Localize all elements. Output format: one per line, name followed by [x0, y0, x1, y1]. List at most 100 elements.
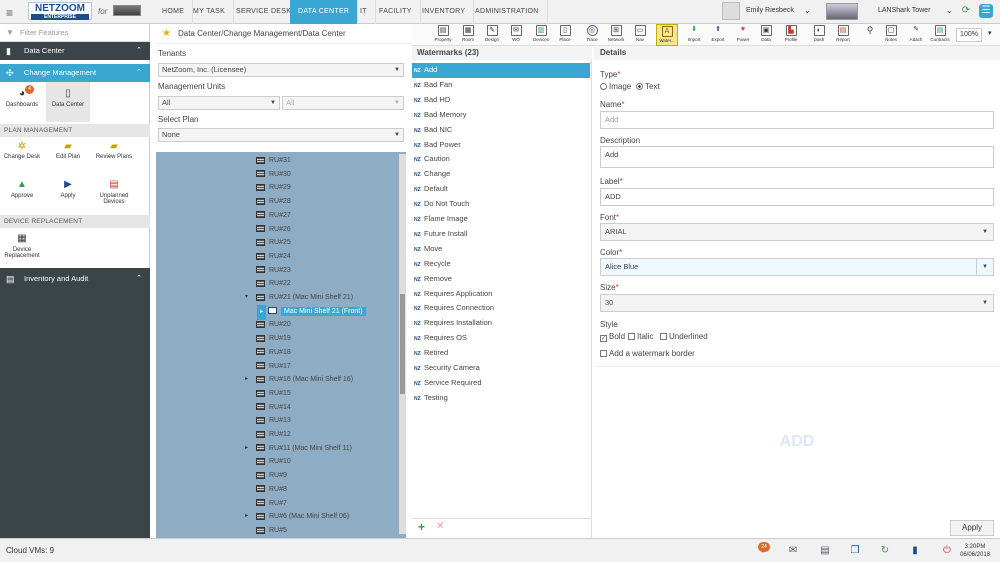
tree-node[interactable]: RU#26 [256, 223, 291, 237]
toolbar-power-button[interactable]: ♥ Power [734, 24, 752, 46]
watermark-list-item[interactable]: NZ Bad NIC [412, 123, 590, 138]
unplanned-devices-tile[interactable]: ▤ Unplanned Devices [94, 179, 134, 213]
building-name[interactable]: LANShark Tower [878, 7, 930, 14]
expand-icon[interactable]: ▸ [245, 510, 248, 524]
dashboards-tile[interactable]: ◕ 4 Dashboards [0, 82, 44, 122]
watermark-list-item[interactable]: NZ Move [412, 242, 590, 257]
italic-checkbox[interactable]: Italic [628, 332, 653, 341]
toolbar-room-button[interactable]: ▦ Room [458, 24, 478, 46]
nav-data-center[interactable]: DATA CENTER [290, 0, 359, 24]
data-center-tile[interactable]: ▯ Data Center [46, 82, 90, 122]
management-unit-select[interactable]: All ▼ [158, 96, 280, 110]
netzoom-logo[interactable]: NETZOOM ENTERPRISE [28, 2, 92, 20]
mouse-icon[interactable]: ▮ [908, 544, 922, 558]
tree-node[interactable]: RU#22 [256, 277, 291, 291]
tree-node[interactable]: RU#7 [256, 497, 287, 511]
watermark-border-checkbox[interactable]: Add a watermark border [600, 349, 695, 358]
toolbar-attach-button[interactable]: ✎ Attach [906, 24, 926, 46]
toolbar-place-button[interactable]: ▯ Place [556, 24, 574, 46]
expand-icon[interactable]: ▸ [245, 442, 248, 456]
watermark-list-item[interactable]: NZ Default [412, 182, 590, 197]
calendar-icon[interactable]: ▤ [818, 544, 832, 558]
toolbar-report-button[interactable]: ▤ Report [832, 24, 854, 46]
user-name[interactable]: Emily Riesbeck [746, 7, 794, 14]
tree-node[interactable]: RU#25 [256, 236, 291, 250]
toolbar-data-button[interactable]: ▣ Data [758, 24, 774, 46]
watermark-list-item[interactable]: NZ Bad Fan [412, 78, 590, 93]
nav-my-task[interactable]: MY TASK [185, 0, 235, 24]
tree-node[interactable]: RU#13 [256, 414, 291, 428]
toolbar-contracts-button[interactable]: ▤ Contracts [928, 24, 952, 46]
watermark-list-item[interactable]: NZ Requires Installation [412, 316, 590, 331]
watermark-list-item[interactable]: NZ Recycle [412, 257, 590, 272]
nav-administration[interactable]: ADMINISTRATION [467, 0, 548, 24]
edit-plan-tile[interactable]: ▰ Edit Plan [48, 141, 88, 177]
add-icon[interactable]: + [418, 520, 425, 534]
tree-node[interactable]: RU#15 [256, 387, 291, 401]
tree-node[interactable]: RU#29 [256, 181, 291, 195]
watermark-list-item[interactable]: NZ Testing [412, 391, 590, 406]
management-unit-sub-select[interactable]: All ▼ [282, 96, 404, 110]
type-image-radio[interactable]: Image [600, 82, 631, 91]
expand-icon[interactable]: ▾ [245, 291, 248, 305]
tree-node[interactable]: RU#10 [256, 455, 291, 469]
refresh-icon[interactable]: ⟳ [959, 4, 973, 18]
tree-node[interactable]: ▸ Mac Mini Shelf 21 (Front) [257, 304, 366, 321]
watermark-list-item[interactable]: NZ Future Install [412, 227, 590, 242]
color-select[interactable]: Alice Blue ▼ [600, 258, 994, 276]
delete-icon[interactable]: ✕ [436, 521, 444, 532]
tree-node[interactable]: RU#31 [256, 154, 291, 168]
sidebar-change-management[interactable]: ✣ Change Management ⌃ [0, 64, 150, 82]
tree-node[interactable]: RU#18 [256, 346, 291, 360]
size-select[interactable]: 30 ▼ [600, 294, 994, 312]
tree-node[interactable]: RU#14 [256, 401, 291, 415]
watermark-list-item[interactable]: NZ Change [412, 167, 590, 182]
tree-node[interactable]: RU#17 [256, 360, 291, 374]
watermark-list-item[interactable]: NZ Do Not Touch [412, 197, 590, 212]
watermark-list-item[interactable]: NZ Service Required [412, 376, 590, 391]
watermark-list-item[interactable]: NZ Retired [412, 346, 590, 361]
toolbar-trace-button[interactable]: ◎ Trace [584, 24, 600, 46]
toolbar-nav-button[interactable]: ▭ Nav [632, 24, 648, 46]
label-field[interactable]: ADD [600, 188, 994, 206]
review-plans-tile[interactable]: ▰ Review Plans [94, 141, 134, 177]
sidebar-inventory-audit[interactable]: ▤ Inventory and Audit ⌃ [0, 270, 150, 288]
tree-node[interactable]: RU#19 [256, 332, 291, 346]
mail-icon[interactable]: ✉ [786, 544, 800, 558]
tree-node[interactable]: RU#8 [256, 483, 287, 497]
toolbar-devices-button[interactable]: ▥ Devices [530, 24, 552, 46]
toolbar-import-button[interactable]: ⬇ Import [684, 24, 704, 46]
tree-node[interactable]: RU#24 [256, 250, 291, 264]
toolbar-overflow-icon[interactable]: ▾ [988, 29, 992, 37]
apply-tile[interactable]: ▶ Apply [48, 179, 88, 213]
watermark-list-item[interactable]: NZ Bad Power [412, 138, 590, 153]
description-field[interactable]: Add [600, 146, 994, 168]
tree-node[interactable]: RU#27 [256, 209, 291, 223]
tree-node[interactable]: RU#12 [256, 428, 291, 442]
filter-features-input[interactable]: Filter Features [0, 24, 150, 42]
avatar[interactable] [722, 2, 740, 20]
toolbar-export-button[interactable]: ⬆ Export [708, 24, 728, 46]
tree-node[interactable]: ▸ RU#6 (Mac Mini Shelf 06) [245, 510, 349, 524]
tree-node[interactable]: RU#20 [256, 318, 291, 332]
watermark-list-item[interactable]: NZ Caution [412, 152, 590, 167]
toolbar-design-button[interactable]: ✎ Design [482, 24, 502, 46]
star-icon[interactable]: ★ [162, 24, 171, 44]
list-menu-icon[interactable]: ☰ [979, 4, 993, 18]
change-desk-tile[interactable]: ✲ Change Desk [2, 141, 42, 177]
watermark-list-item[interactable]: NZ Requires Connection [412, 301, 590, 316]
tree-node[interactable]: ▸ RU#11 (Mac Mini Shelf 11) [245, 442, 352, 456]
tree-node[interactable]: RU#23 [256, 264, 291, 278]
underlined-checkbox[interactable]: Underlined [660, 332, 708, 341]
tree-node[interactable]: RU#5 [256, 524, 287, 538]
tree-node[interactable]: RU#30 [256, 168, 291, 182]
font-select[interactable]: ARIAL ▼ [600, 223, 994, 241]
approve-tile[interactable]: ▲ Approve [2, 179, 42, 213]
toolbar-wo-button[interactable]: ✉ WO [508, 24, 524, 46]
tree-node[interactable]: RU#28 [256, 195, 291, 209]
toolbar-network-button[interactable]: ⊞ Network [604, 24, 628, 46]
expand-icon[interactable]: ▸ [245, 373, 248, 387]
device-replacement-tile[interactable]: ▦ Device Replacement [2, 231, 42, 267]
menu-icon[interactable]: ≡ [6, 6, 13, 20]
toolbar-search-button[interactable]: ⚲ [862, 24, 878, 46]
